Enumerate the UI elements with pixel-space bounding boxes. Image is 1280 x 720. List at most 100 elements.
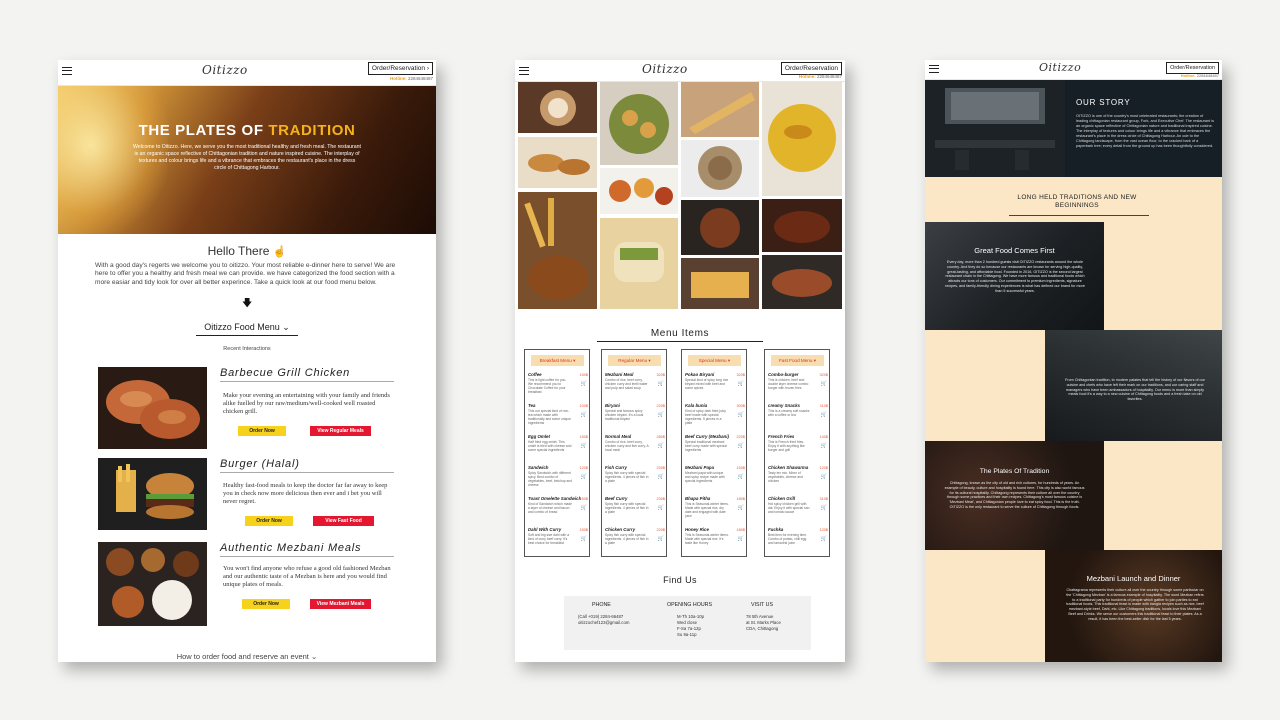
gallery-wrap-image [600,218,678,309]
cart-icon[interactable]: 🛒 [581,443,587,449]
menu-item-price: 110$ [819,404,828,408]
menu-item[interactable]: French Fries This is French fried fries. … [768,434,828,452]
item-title[interactable]: Barbecue Grill Chicken [220,367,394,382]
menu-item[interactable]: Biryani Special and famous spicy chicken … [605,403,665,421]
menu-item-desc: This is Seasonal-winter items. Made with… [685,533,729,545]
cart-icon[interactable]: 🛒 [658,443,664,449]
menu-item-price: 150$ [579,497,588,501]
menu-item[interactable]: Dahl With Curry Soft and big size dahl wi… [528,527,588,545]
cart-icon[interactable]: 🛒 [738,505,744,511]
menu-item[interactable]: Coffee This is light coffee for you. We r… [528,372,588,394]
site-logo[interactable]: Oitizzo [642,62,688,76]
cart-icon[interactable]: 🛒 [821,443,827,449]
cart-icon[interactable]: 🛒 [581,381,587,387]
view-mezbani-meals-button[interactable]: View Mezbani Meals [310,599,371,609]
menu-category-dropdown[interactable]: Breakfast Menu ▾ [531,355,584,366]
cart-icon[interactable]: 🛒 [821,412,827,418]
menu-item-desc: Special and famous spicy chicken biryani… [605,409,644,421]
hamburger-menu-icon[interactable] [929,65,939,73]
gallery-rolls-image [518,137,597,188]
menu-item-price: 120$ [819,466,828,470]
order-now-button[interactable]: Order Now [242,599,290,609]
item-title[interactable]: Authentic Mezbani Meals [220,542,394,557]
menu-item[interactable]: Fish Curry Spicy fish curry with special … [605,465,665,483]
food-menu-dropdown[interactable]: Oitizzo Food Menu ⌄ [196,322,298,336]
menu-item[interactable]: Chicken Grill Hot spicy chicken grill wit… [768,496,828,514]
cart-icon[interactable]: 🛒 [581,536,587,542]
cart-icon[interactable]: 🛒 [581,474,587,480]
cart-icon[interactable]: 🛒 [658,536,664,542]
cart-icon[interactable]: 🛒 [821,381,827,387]
view-regular-meals-button[interactable]: View Regular Meals [310,426,371,436]
cart-icon[interactable]: 🛒 [821,474,827,480]
menu-item-price: 320$ [736,373,745,377]
cart-icon[interactable]: 🛒 [738,381,744,387]
hamburger-menu-icon[interactable] [519,67,529,75]
our-story-title: OUR STORY [1076,98,1131,107]
visit-heading: VISIT US [751,602,773,608]
cream-panel [925,330,1045,441]
gallery-pani-puri-image [600,82,678,165]
view-fast-food-button[interactable]: View Fast Food [313,516,374,526]
menu-item-price: 150$ [736,466,745,470]
find-us-title: Find Us [663,575,697,585]
menu-category-dropdown[interactable]: Special Menu ▾ [688,355,741,366]
menu-item[interactable]: Honey Rice This is Seasonal-winter items.… [685,527,745,545]
hotline: Hotline: 2284648487 [798,74,842,79]
cart-icon[interactable]: 🛒 [581,412,587,418]
hamburger-menu-icon[interactable] [62,67,72,75]
cart-icon[interactable]: 🛒 [658,505,664,511]
menu-item-price: 280$ [656,435,665,439]
how-to-order-link[interactable]: How to order food and reserve an event ⌄ [58,652,436,661]
menu-item[interactable]: Sandwich Spicy Sandwich with different sp… [528,465,588,487]
menu-item[interactable]: Normal Meal Combo of rice, beef curry, ch… [605,434,665,452]
menu-item-desc: Combo of rice, beef curry, chicken curry… [605,378,648,390]
menu-item[interactable]: Chicken Curry Spicy fish curry with speci… [605,527,665,545]
item-title[interactable]: Burger (Halal) [220,458,394,473]
menu-item[interactable]: Combo-burger This is chicken, beef and do… [768,372,828,390]
mezbani-text: Chattagrama represents their culture all… [1066,588,1204,621]
cart-icon[interactable]: 🛒 [738,443,744,449]
cream-panel [1104,441,1222,550]
order-now-button[interactable]: Order Now [238,426,286,436]
order-reservation-button[interactable]: Order/Reservation › [367,62,433,75]
menu-item[interactable]: Beef Curry (Mezbani) Special traditional … [685,434,745,452]
menu-item[interactable]: Beef Curry Spicy fish curry with special … [605,496,665,514]
site-logo[interactable]: Oitizzo [1039,61,1081,74]
menu-category-dropdown[interactable]: Fast Food Menu ▾ [771,355,824,366]
cart-icon[interactable]: 🛒 [821,505,827,511]
cart-icon[interactable]: 🛒 [738,536,744,542]
chevron-down-icon: ▾ [812,358,817,363]
menu-item[interactable]: Pokao Biryani Special kind of spicy long … [685,372,745,390]
menu-item-desc: Combo of rice, beef curry, chicken curry… [605,440,649,452]
order-now-button[interactable]: Order Now [245,516,293,526]
phone-info[interactable]: (Call +019) 2284-66487 oitizzochef123@gm… [578,614,629,626]
menu-item[interactable]: Mezbani Papa Mezbani papa with unique and… [685,465,745,483]
cart-icon[interactable]: 🛒 [658,474,664,480]
menu-category-label: Special Menu [698,358,727,363]
site-header: Oitizzo Order/Reservation Hotline: 22846… [515,60,845,82]
our-story-section: OUR STORY OITIZZO is one of the country'… [925,80,1222,177]
cream-panel [1104,222,1222,330]
cart-icon[interactable]: 🛒 [738,474,744,480]
find-us-box: PHONE (Call +019) 2284-66487 oitizzochef… [564,596,811,650]
menu-item[interactable]: Chicken Shawarma Tasty tex mix. Mixer of … [768,465,828,483]
menu-item[interactable]: creamy Snacks This is a creamy soft snack… [768,403,828,418]
menu-item[interactable]: Egg Omlet Half fried egg omlet. This omle… [528,434,588,452]
cart-icon[interactable]: 🛒 [821,536,827,542]
menu-item[interactable]: Tea This our special kind of non-tea whic… [528,403,588,425]
menu-item[interactable]: Toast Omelette Sandwich Kind of Sandwich … [528,496,588,514]
menu-category-dropdown[interactable]: Regular Menu ▾ [608,355,661,366]
menu-item[interactable]: Fuchka Best item for evening time. Combo … [768,527,828,545]
menu-item-desc: Kind of spicy dark fried juicy beef made… [685,409,726,425]
item-desc: Healthy fast-food meals to keep the doct… [223,482,388,505]
menu-item-price: 220$ [736,435,745,439]
site-logo[interactable]: Oitizzo [202,63,248,77]
menu-item[interactable]: Bhapa Pitha This is Seasonal-winter items… [685,496,745,518]
menu-item[interactable]: Kala bunia Kind of spicy dark fried juicy… [685,403,745,425]
cart-icon[interactable]: 🛒 [581,505,587,511]
menu-item[interactable]: Mezbani Meal Combo of rice, beef curry, c… [605,372,665,390]
cart-icon[interactable]: 🛒 [658,381,664,387]
cart-icon[interactable]: 🛒 [658,412,664,418]
cart-icon[interactable]: 🛒 [738,412,744,418]
